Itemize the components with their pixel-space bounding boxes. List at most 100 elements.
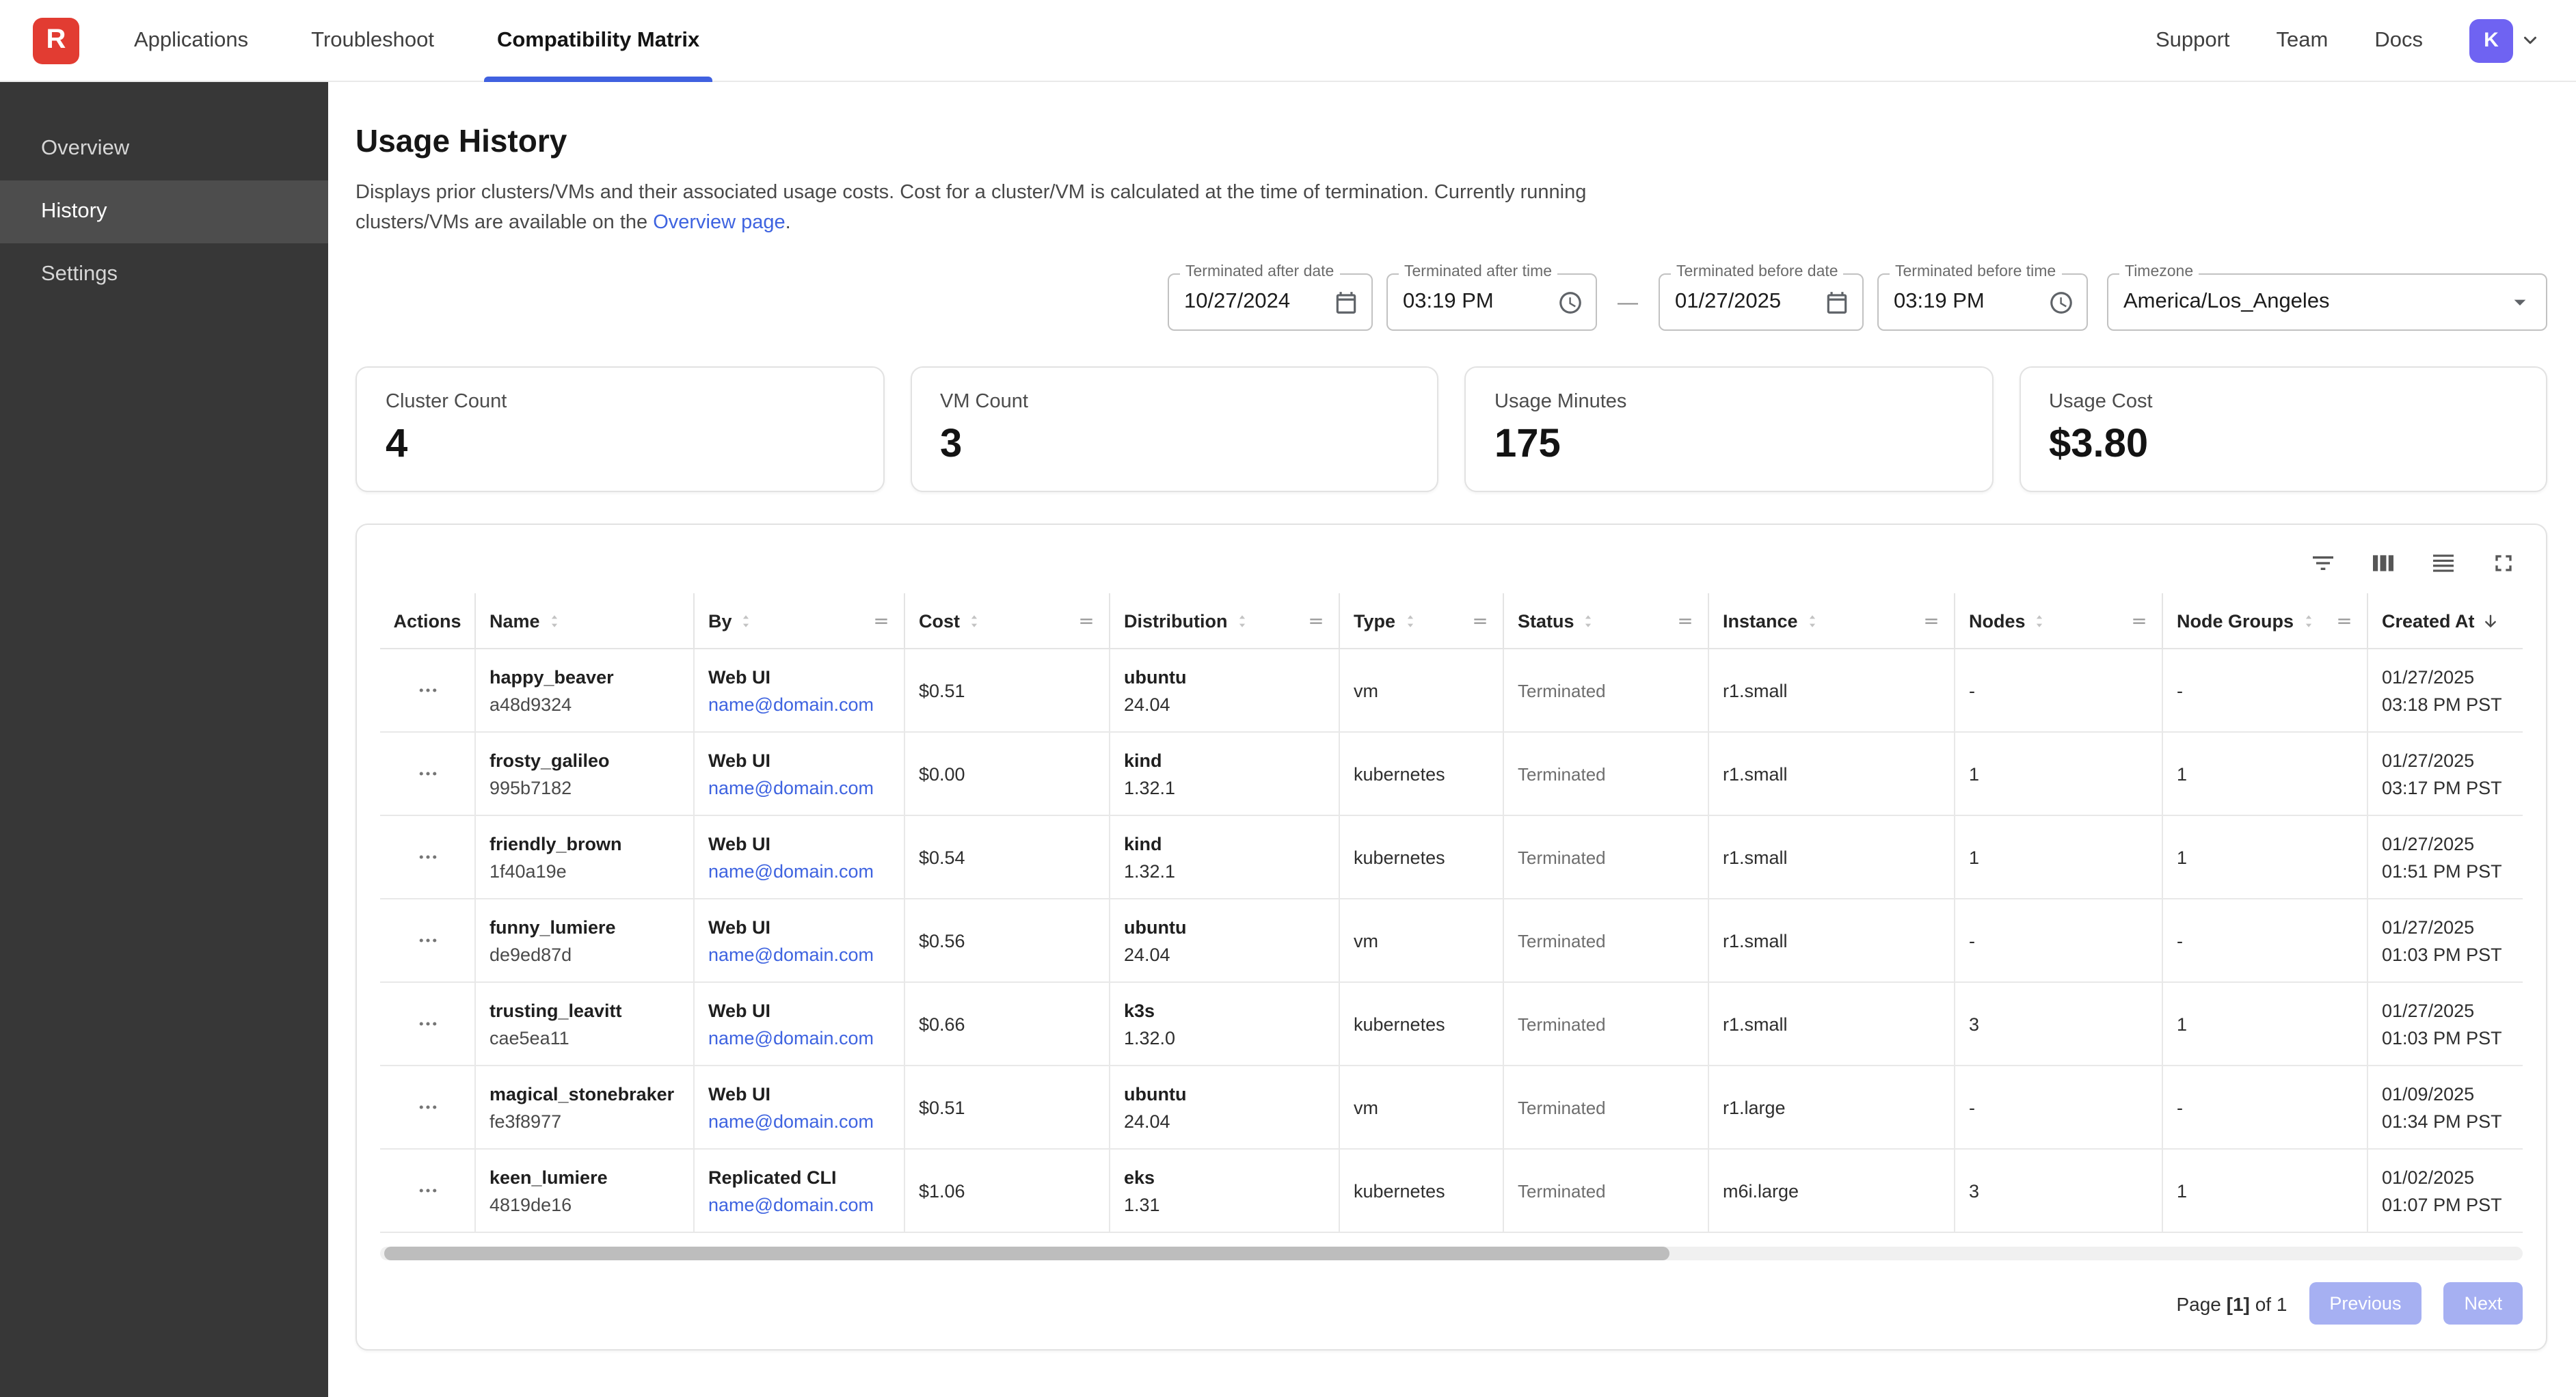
nav-compatibility-matrix[interactable]: Compatibility Matrix: [494, 0, 702, 81]
timezone-value[interactable]: America/Los_Angeles: [2123, 290, 2330, 314]
replicated-logo[interactable]: R: [33, 17, 79, 64]
columns-icon[interactable]: [2370, 550, 2397, 577]
nav-support[interactable]: Support: [2156, 28, 2230, 53]
sort-arrows-icon[interactable]: [739, 613, 754, 628]
sort-arrows-icon[interactable]: [547, 613, 562, 628]
column-header-name[interactable]: Name: [476, 593, 695, 648]
row-actions-button[interactable]: [415, 1012, 440, 1036]
secondary-nav: Support Team Docs K: [2156, 18, 2540, 62]
email-link[interactable]: name@domain.com: [708, 1193, 890, 1216]
column-menu-icon[interactable]: [1307, 612, 1325, 629]
node-groups-cell: 1: [2163, 1150, 2368, 1232]
scrollbar-thumb[interactable]: [384, 1247, 1669, 1260]
email-link[interactable]: name@domain.com: [708, 942, 890, 966]
clock-icon[interactable]: [2048, 289, 2074, 315]
row-actions-button[interactable]: [415, 1178, 440, 1203]
created-at-cell: 01/27/2025 01:03 PM PST: [2368, 983, 2523, 1065]
cost-value: $0.66: [919, 1012, 1095, 1035]
terminated-before-time-field[interactable]: Terminated before time 03:19 PM: [1877, 273, 2088, 331]
column-header-distribution[interactable]: Distribution: [1110, 593, 1340, 648]
column-header-nodes[interactable]: Nodes: [1955, 593, 2163, 648]
nodes-cell: -: [1955, 649, 2163, 731]
row-actions-button[interactable]: [415, 678, 440, 703]
avatar[interactable]: K: [2469, 18, 2513, 62]
terminated-before-time-value[interactable]: 03:19 PM: [1894, 290, 1985, 314]
column-menu-icon[interactable]: [1471, 612, 1489, 629]
column-menu-icon[interactable]: [1922, 612, 1940, 629]
terminated-after-time-field[interactable]: Terminated after time 03:19 PM: [1386, 273, 1597, 331]
row-actions-button[interactable]: [415, 1095, 440, 1120]
email-link[interactable]: name@domain.com: [708, 692, 890, 716]
sort-arrows-icon[interactable]: [1805, 613, 1820, 628]
column-header-status[interactable]: Status: [1504, 593, 1709, 648]
filter-range-separator: —: [1611, 290, 1645, 314]
account-menu[interactable]: K: [2469, 18, 2540, 62]
density-icon[interactable]: [2430, 550, 2457, 577]
nav-troubleshoot[interactable]: Troubleshoot: [308, 0, 437, 81]
nav-docs[interactable]: Docs: [2374, 28, 2423, 53]
calendar-icon[interactable]: [1333, 289, 1359, 315]
terminated-after-time-value[interactable]: 03:19 PM: [1403, 290, 1494, 314]
stat-cards: Cluster Count 4 VM Count 3 Usage Minutes…: [355, 366, 2547, 492]
node-groups-value: -: [2177, 1096, 2353, 1119]
column-header-instance[interactable]: Instance: [1709, 593, 1955, 648]
row-actions-button[interactable]: [415, 928, 440, 953]
column-header-node-groups[interactable]: Node Groups: [2163, 593, 2368, 648]
horizontal-scrollbar[interactable]: [380, 1247, 2523, 1260]
column-header-created-at[interactable]: Created At: [2368, 593, 2523, 648]
fullscreen-icon[interactable]: [2490, 550, 2517, 577]
created-date: 01/02/2025: [2382, 1165, 2509, 1189]
sidebar: Overview History Settings: [0, 82, 328, 1397]
email-link[interactable]: name@domain.com: [708, 1109, 890, 1132]
type-value: vm: [1354, 1096, 1489, 1119]
column-header-by[interactable]: By: [695, 593, 905, 648]
column-menu-icon[interactable]: [1676, 612, 1694, 629]
terminated-after-date-field[interactable]: Terminated after date 10/27/2024: [1168, 273, 1373, 331]
row-actions-button[interactable]: [415, 761, 440, 786]
sort-arrows-icon[interactable]: [967, 613, 982, 628]
column-menu-icon[interactable]: [1077, 612, 1095, 629]
caret-down-icon[interactable]: [2506, 288, 2534, 316]
sort-arrows-icon[interactable]: [1235, 613, 1250, 628]
distribution-version: 1.32.0: [1124, 1026, 1325, 1049]
distribution-version: 1.32.1: [1124, 859, 1325, 882]
calendar-icon[interactable]: [1824, 289, 1850, 315]
type-value: kubernetes: [1354, 1012, 1489, 1035]
sort-arrows-icon[interactable]: [1581, 613, 1596, 628]
row-actions-button[interactable]: [415, 845, 440, 869]
previous-button[interactable]: Previous: [2309, 1282, 2421, 1325]
email-link[interactable]: name@domain.com: [708, 859, 890, 882]
column-header-cost[interactable]: Cost: [905, 593, 1110, 648]
arrow-down-icon[interactable]: [2482, 612, 2499, 629]
distribution-name: k3s: [1124, 999, 1325, 1022]
sidebar-item-history[interactable]: History: [0, 180, 328, 243]
column-label: Type: [1354, 610, 1395, 631]
column-menu-icon[interactable]: [872, 612, 890, 629]
table-row: magical_stonebraker fe3f8977 Web UI name…: [380, 1066, 2523, 1150]
filter-icon[interactable]: [2309, 550, 2337, 577]
sort-arrows-icon[interactable]: [2032, 613, 2048, 628]
column-menu-icon[interactable]: [2335, 612, 2353, 629]
instance-cell: r1.small: [1709, 649, 1955, 731]
next-button[interactable]: Next: [2443, 1282, 2523, 1325]
sort-arrows-icon[interactable]: [1402, 613, 1417, 628]
table-header-row: Actions Name By Cost: [380, 593, 2523, 649]
sort-arrows-icon[interactable]: [2300, 613, 2316, 628]
nav-team[interactable]: Team: [2277, 28, 2329, 53]
timezone-select[interactable]: Timezone America/Los_Angeles: [2107, 273, 2547, 331]
column-menu-icon[interactable]: [2130, 612, 2148, 629]
terminated-before-date-field[interactable]: Terminated before date 01/27/2025: [1659, 273, 1864, 331]
type-cell: vm: [1340, 649, 1504, 731]
email-link[interactable]: name@domain.com: [708, 776, 890, 799]
actions-cell: [380, 983, 476, 1065]
terminated-after-date-value[interactable]: 10/27/2024: [1184, 290, 1290, 314]
clock-icon[interactable]: [1557, 289, 1583, 315]
column-header-type[interactable]: Type: [1340, 593, 1504, 648]
nav-applications[interactable]: Applications: [131, 0, 251, 81]
terminated-before-date-value[interactable]: 01/27/2025: [1675, 290, 1781, 314]
sidebar-item-settings[interactable]: Settings: [0, 243, 328, 306]
sidebar-item-overview[interactable]: Overview: [0, 118, 328, 180]
overview-page-link[interactable]: Overview page: [653, 212, 785, 234]
terminated-before-time-label: Terminated before time: [1890, 264, 2061, 280]
email-link[interactable]: name@domain.com: [708, 1026, 890, 1049]
